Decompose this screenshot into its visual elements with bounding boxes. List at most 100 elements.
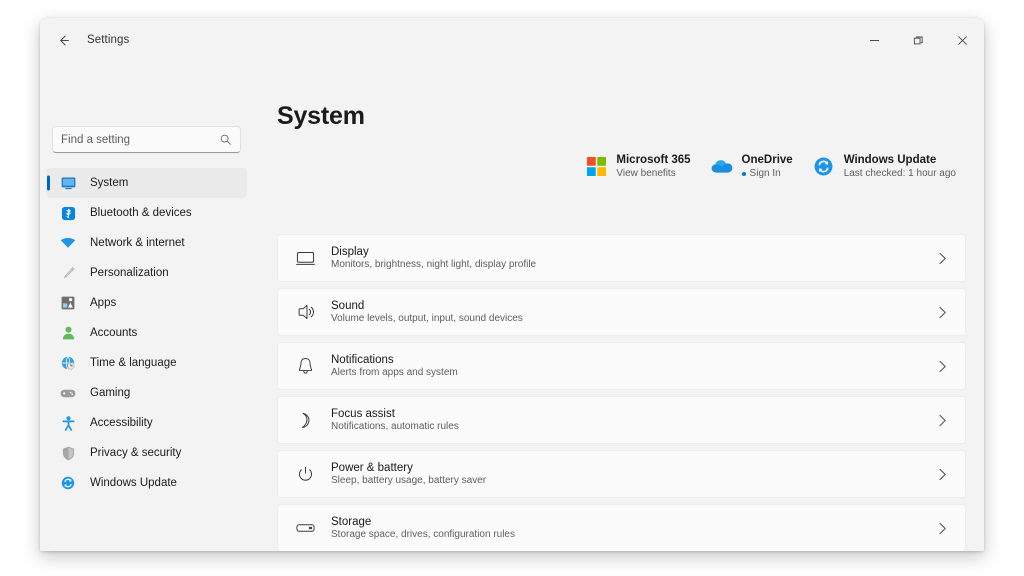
setting-row-text: Sound Volume levels, output, input, soun… bbox=[331, 300, 933, 324]
setting-row-text: Storage Storage space, drives, configura… bbox=[331, 516, 933, 540]
sidebar-item-time-language[interactable]: Time & language bbox=[46, 348, 247, 378]
setting-row-focus-assist[interactable]: Focus assist Notifications, automatic ru… bbox=[277, 396, 966, 444]
status-card-windows-update[interactable]: Windows Update Last checked: 1 hour ago bbox=[803, 148, 966, 185]
sidebar-item-personalization[interactable]: Personalization bbox=[46, 258, 247, 288]
restore-button[interactable] bbox=[896, 18, 940, 62]
sidebar-item-apps[interactable]: Apps bbox=[46, 288, 247, 318]
onedrive-cloud-icon bbox=[711, 156, 733, 178]
setting-row-subtitle: Sleep, battery usage, battery saver bbox=[331, 475, 487, 486]
chevron-right-icon[interactable] bbox=[933, 468, 951, 481]
gamepad-icon bbox=[58, 384, 78, 402]
chevron-right-icon[interactable] bbox=[933, 306, 951, 319]
window-body: Find a setting System Bluetooth & device… bbox=[40, 62, 984, 551]
arrow-left-icon bbox=[59, 34, 69, 46]
chevron-right-icon[interactable] bbox=[933, 414, 951, 427]
accessibility-icon bbox=[58, 414, 78, 432]
minimize-icon bbox=[869, 39, 879, 41]
setting-row-subtitle: Notifications, automatic rules bbox=[331, 421, 459, 432]
status-card-text: Microsoft 365 View benefits bbox=[616, 154, 690, 179]
sidebar-item-privacy-security[interactable]: Privacy & security bbox=[46, 438, 247, 468]
setting-row-storage[interactable]: Storage Storage space, drives, configura… bbox=[277, 504, 966, 551]
chevron-right-icon[interactable] bbox=[933, 360, 951, 373]
setting-row-title: Display bbox=[331, 246, 369, 258]
setting-row-subtitle: Volume levels, output, input, sound devi… bbox=[331, 313, 523, 324]
sidebar-item-label: System bbox=[90, 177, 129, 189]
sidebar-item-network-internet[interactable]: Network & internet bbox=[46, 228, 247, 258]
sidebar-item-gaming[interactable]: Gaming bbox=[46, 378, 247, 408]
moon-icon bbox=[292, 408, 318, 432]
status-card-subtitle: Sign In bbox=[741, 168, 793, 179]
wifi-icon bbox=[58, 234, 78, 252]
setting-row-display[interactable]: Display Monitors, brightness, night ligh… bbox=[277, 234, 966, 282]
setting-row-title: Power & battery bbox=[331, 462, 413, 474]
setting-row-text: Power & battery Sleep, battery usage, ba… bbox=[331, 462, 933, 486]
settings-window: Settings Find a setting System Bluetooth… bbox=[40, 18, 984, 551]
bell-icon bbox=[292, 354, 318, 378]
search-container: Find a setting bbox=[52, 126, 241, 153]
apps-icon bbox=[58, 294, 78, 312]
monitor-icon bbox=[58, 174, 78, 192]
setting-row-subtitle: Monitors, brightness, night light, displ… bbox=[331, 259, 537, 270]
paintbrush-icon bbox=[58, 264, 78, 282]
restore-icon bbox=[913, 36, 923, 44]
setting-row-text: Display Monitors, brightness, night ligh… bbox=[331, 246, 933, 270]
sidebar-item-label: Accessibility bbox=[90, 417, 153, 429]
setting-row-text: Focus assist Notifications, automatic ru… bbox=[331, 408, 933, 432]
microsoft-logo-icon bbox=[585, 156, 607, 178]
status-card-title: Microsoft 365 bbox=[616, 154, 691, 166]
shield-icon bbox=[58, 444, 78, 462]
sidebar-item-label: Personalization bbox=[90, 267, 169, 279]
status-card-title: Windows Update bbox=[843, 154, 937, 166]
back-button[interactable] bbox=[48, 25, 78, 55]
status-cards: Microsoft 365 View benefits OneDrive Sig… bbox=[575, 148, 966, 185]
sidebar-item-label: Bluetooth & devices bbox=[90, 207, 192, 219]
status-card-title: OneDrive bbox=[741, 154, 793, 166]
setting-row-subtitle: Storage space, drives, configuration rul… bbox=[331, 529, 515, 540]
search-icon[interactable] bbox=[219, 133, 232, 146]
status-card-subtitle: Last checked: 1 hour ago bbox=[844, 168, 956, 179]
setting-row-subtitle: Alerts from apps and system bbox=[331, 367, 458, 378]
sidebar-item-bluetooth-devices[interactable]: Bluetooth & devices bbox=[46, 198, 247, 228]
sidebar-nav: System Bluetooth & devices Network & int… bbox=[40, 168, 253, 498]
status-dot-icon bbox=[741, 171, 746, 176]
setting-row-power-battery[interactable]: Power & battery Sleep, battery usage, ba… bbox=[277, 450, 966, 498]
sync-icon bbox=[813, 156, 835, 178]
sidebar: Find a setting System Bluetooth & device… bbox=[40, 62, 253, 551]
status-card-microsoft-365[interactable]: Microsoft 365 View benefits bbox=[575, 148, 700, 185]
title-bar: Settings bbox=[40, 18, 984, 62]
main-content: System Microsoft 365 View benefits OneDr… bbox=[253, 62, 984, 551]
status-card-subtitle: View benefits bbox=[616, 168, 690, 179]
close-button[interactable] bbox=[940, 18, 984, 62]
chevron-right-icon[interactable] bbox=[933, 522, 951, 535]
person-icon bbox=[58, 324, 78, 342]
setting-row-notifications[interactable]: Notifications Alerts from apps and syste… bbox=[277, 342, 966, 390]
window-controls bbox=[852, 18, 984, 62]
sidebar-item-label: Privacy & security bbox=[90, 447, 182, 459]
status-card-subtitle-text: View benefits bbox=[616, 168, 676, 179]
display-monitor-icon bbox=[292, 246, 318, 270]
sidebar-item-accounts[interactable]: Accounts bbox=[46, 318, 247, 348]
bluetooth-icon bbox=[58, 204, 78, 222]
sidebar-item-accessibility[interactable]: Accessibility bbox=[46, 408, 247, 438]
search-placeholder: Find a setting bbox=[61, 133, 131, 146]
storage-drive-icon bbox=[292, 516, 318, 540]
sidebar-item-label: Windows Update bbox=[90, 477, 177, 489]
minimize-button[interactable] bbox=[852, 18, 896, 62]
setting-row-sound[interactable]: Sound Volume levels, output, input, soun… bbox=[277, 288, 966, 336]
sidebar-item-windows-update[interactable]: Windows Update bbox=[46, 468, 247, 498]
chevron-right-icon[interactable] bbox=[933, 252, 951, 265]
status-card-text: OneDrive Sign In bbox=[741, 154, 793, 179]
sidebar-item-label: Gaming bbox=[90, 387, 131, 399]
sidebar-item-label: Accounts bbox=[90, 327, 138, 339]
status-card-onedrive[interactable]: OneDrive Sign In bbox=[701, 148, 803, 185]
sync-icon bbox=[58, 474, 78, 492]
setting-row-title: Focus assist bbox=[331, 408, 395, 420]
status-card-text: Windows Update Last checked: 1 hour ago bbox=[844, 154, 956, 179]
setting-row-text: Notifications Alerts from apps and syste… bbox=[331, 354, 933, 378]
setting-row-title: Storage bbox=[331, 516, 372, 528]
power-icon bbox=[292, 462, 318, 486]
sidebar-item-system[interactable]: System bbox=[46, 168, 247, 198]
search-input[interactable]: Find a setting bbox=[52, 126, 241, 153]
globe-clock-icon bbox=[58, 354, 78, 372]
sidebar-item-label: Network & internet bbox=[90, 237, 185, 249]
